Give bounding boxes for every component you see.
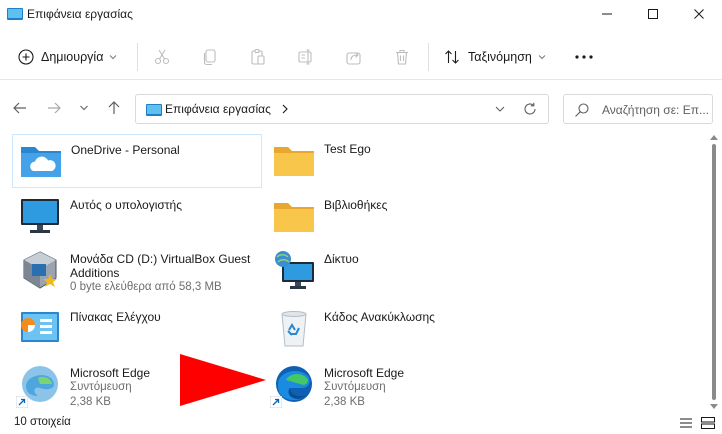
recycle-bin-icon [281, 311, 307, 347]
minimize-icon [602, 13, 612, 15]
folder-icon [274, 147, 314, 176]
list-item[interactable]: Πίνακας Ελέγχου [12, 302, 262, 352]
annotation-arrow-icon [180, 354, 266, 406]
list-item[interactable]: Microsoft Edge Συντόμευση 2,38 KB [266, 358, 516, 412]
plus-circle-icon [18, 49, 34, 65]
item-name: Microsoft Edge [70, 366, 151, 380]
list-item[interactable]: Test Ego [266, 134, 516, 184]
vertical-scrollbar[interactable] [708, 134, 720, 412]
scroll-up-arrow-icon[interactable] [710, 134, 718, 140]
search-input[interactable]: Αναζήτηση σε: Επ... [602, 103, 710, 117]
new-button-label: Δημιουργία [41, 50, 104, 64]
list-item[interactable]: OneDrive - Personal [12, 134, 262, 188]
item-name: Microsoft Edge [324, 366, 405, 380]
chevron-down-icon[interactable] [494, 103, 506, 115]
close-icon [694, 9, 704, 19]
close-button[interactable] [676, 0, 722, 28]
list-item[interactable]: Βιβλιοθήκες [266, 190, 516, 240]
details-view-icon [680, 418, 692, 428]
item-type: Συντόμευση [70, 381, 132, 393]
new-button[interactable]: Δημιουργία [12, 42, 123, 72]
toolbar-separator [137, 43, 138, 71]
item-name: Μονάδα CD (D:) VirtualBox Guest [70, 252, 251, 266]
share-icon [346, 52, 361, 65]
computer-icon [21, 199, 59, 233]
tiles-view-button[interactable] [698, 414, 718, 432]
item-name: Βιβλιοθήκες [324, 198, 388, 212]
chevron-down-icon [80, 105, 88, 111]
shortcut-arrow-icon [16, 396, 28, 408]
copy-button[interactable] [198, 45, 222, 69]
search-box[interactable]: Αναζήτηση σε: Επ... [563, 94, 713, 124]
scissors-icon [154, 49, 170, 65]
sort-button-label: Ταξινόμηση [468, 50, 532, 64]
back-button[interactable] [8, 96, 32, 120]
onedrive-folder-icon [21, 147, 61, 177]
up-button[interactable] [102, 96, 126, 120]
network-icon [275, 251, 314, 289]
control-panel-icon [21, 312, 59, 342]
search-icon [575, 103, 589, 117]
forward-button[interactable] [42, 96, 66, 120]
details-view-button[interactable] [676, 414, 696, 432]
tiles-view-icon [701, 417, 715, 429]
item-name: Test Ego [324, 142, 371, 156]
address-bar[interactable]: Επιφάνεια εργασίας [135, 94, 549, 124]
sort-button[interactable]: Ταξινόμηση [440, 42, 550, 72]
arrow-up-icon [108, 101, 120, 114]
arrow-right-icon [48, 102, 61, 114]
window-title: Επιφάνεια εργασίας [27, 7, 133, 21]
item-name: Πίνακας Ελέγχου [70, 310, 161, 324]
chevron-down-icon [538, 55, 546, 60]
arrow-left-icon [13, 102, 26, 114]
item-count: 10 στοιχεία [14, 416, 71, 428]
cut-button[interactable] [150, 45, 174, 69]
item-free-space: 0 byte ελεύθερα από 58,3 MB [70, 281, 222, 293]
command-bar: Δημιουργία Ταξινόμηση [0, 34, 722, 80]
status-bar: 10 στοιχεία [0, 412, 722, 434]
maximize-button[interactable] [630, 0, 676, 28]
item-name: Κάδος Ανακύκλωσης [324, 310, 435, 324]
maximize-icon [648, 9, 658, 19]
rename-icon [298, 49, 312, 65]
sort-arrows-icon [445, 50, 459, 64]
scrollbar-thumb[interactable] [712, 144, 716, 400]
paste-button[interactable] [246, 45, 270, 69]
list-item[interactable]: Κάδος Ανακύκλωσης [266, 302, 516, 352]
clipboard-icon [251, 48, 265, 65]
item-name: OneDrive - Personal [71, 143, 180, 157]
item-size: 2,38 KB [324, 396, 365, 408]
item-name: Δίκτυο [324, 252, 359, 266]
copy-icon [203, 49, 216, 66]
toolbar-separator [428, 43, 429, 71]
shortcut-arrow-icon [270, 396, 282, 408]
rename-button[interactable] [294, 45, 318, 69]
virtualbox-disc-icon [23, 251, 57, 289]
item-name-continued: Additions [70, 266, 120, 280]
trash-icon [396, 49, 408, 65]
scroll-down-arrow-icon[interactable] [710, 404, 718, 410]
chevron-right-icon[interactable] [279, 103, 291, 115]
item-name: Αυτός ο υπολογιστής [70, 198, 182, 212]
item-size: 2,38 KB [70, 396, 111, 408]
more-options-button[interactable] [570, 45, 598, 69]
delete-button[interactable] [390, 45, 414, 69]
list-item[interactable]: Δίκτυο [266, 244, 516, 294]
address-path[interactable]: Επιφάνεια εργασίας [165, 102, 271, 116]
title-bar: Επιφάνεια εργασίας [0, 0, 722, 30]
libraries-folder-icon [274, 203, 314, 232]
minimize-button[interactable] [584, 0, 630, 28]
items-view: OneDrive - Personal Test Ego Αυτός ο υπο… [0, 132, 708, 410]
recent-locations-button[interactable] [72, 96, 96, 120]
ellipsis-icon [575, 55, 593, 59]
refresh-icon[interactable] [522, 101, 538, 117]
desktop-folder-icon [146, 104, 162, 116]
item-type: Συντόμευση [324, 381, 386, 393]
list-item[interactable]: Αυτός ο υπολογιστής [12, 190, 262, 240]
chevron-down-icon [110, 55, 117, 60]
list-item[interactable]: Μονάδα CD (D:) VirtualBox Guest Addition… [12, 244, 262, 300]
desktop-folder-icon [7, 8, 23, 20]
share-button[interactable] [342, 45, 366, 69]
